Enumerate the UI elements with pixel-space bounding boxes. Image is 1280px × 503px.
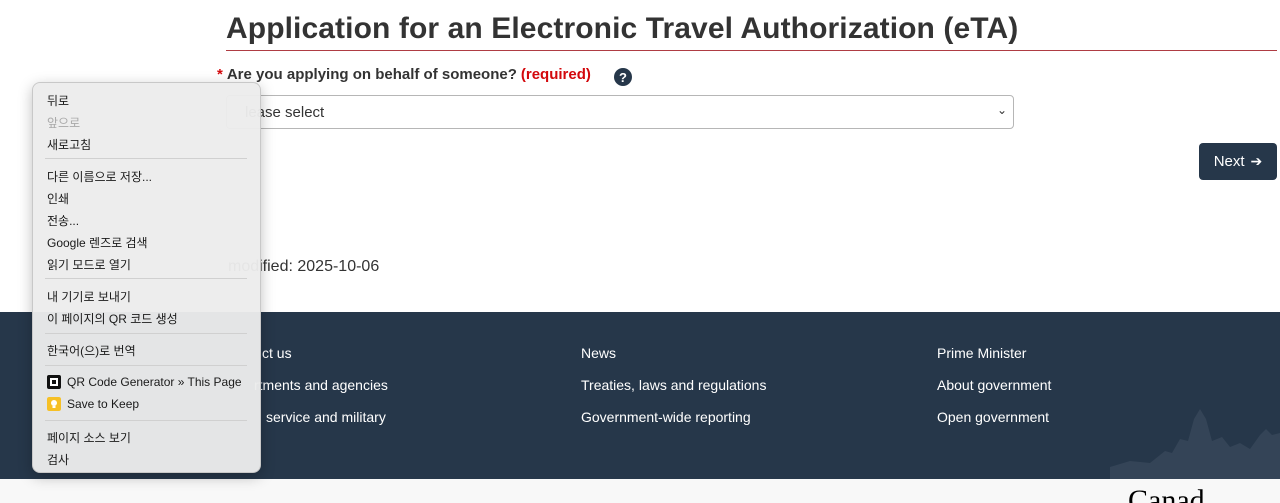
page-title: Application for an Electronic Travel Aut… — [226, 12, 1019, 45]
qr-code-extension-icon — [47, 375, 61, 389]
menu-separator — [45, 365, 247, 366]
parliament-skyline-icon — [1110, 409, 1280, 479]
menu-item-qr-generator-extension[interactable]: QR Code Generator » This Page — [67, 375, 242, 389]
menu-item-cast[interactable]: 전송... — [47, 212, 79, 229]
footer-link-about-government[interactable]: About government — [937, 377, 1051, 393]
menu-item-print[interactable]: 인쇄 — [47, 190, 69, 207]
help-icon[interactable]: ? — [614, 68, 632, 86]
footer-link-departments-agencies[interactable]: rtments and agencies — [254, 377, 388, 393]
footer-link-contact-us[interactable]: ct us — [262, 345, 292, 361]
question-text: Are you applying on behalf of someone? — [226, 66, 517, 83]
footer-link-public-service-military[interactable]: service and military — [266, 409, 386, 425]
title-underline — [226, 50, 1277, 51]
menu-item-send-to-devices[interactable]: 내 기기로 보내기 — [47, 288, 131, 305]
footer-link-news[interactable]: News — [581, 345, 616, 361]
arrow-right-icon: ➔ — [1250, 153, 1263, 169]
applying-on-behalf-select[interactable]: lease select ⌄ — [226, 95, 1014, 129]
menu-separator — [45, 420, 247, 421]
canada-wordmark: Canad — [1128, 484, 1205, 503]
menu-item-forward: 앞으로 — [47, 116, 81, 130]
menu-item-translate[interactable]: 한국어(으)로 번역 — [47, 342, 136, 359]
question-label: * Are you applying on behalf of someone?(… — [217, 66, 591, 83]
menu-item-inspect[interactable]: 검사 — [47, 451, 69, 468]
next-button-label: Next — [1213, 153, 1245, 170]
footer-link-open-government[interactable]: Open government — [937, 409, 1049, 425]
next-button[interactable]: Next ➔ — [1199, 143, 1277, 180]
required-text: (required) — [520, 66, 591, 83]
menu-separator — [45, 158, 247, 159]
menu-separator — [45, 278, 247, 279]
menu-item-google-lens[interactable]: Google 렌즈로 검색 — [47, 234, 148, 251]
chevron-down-icon: ⌄ — [996, 103, 1007, 117]
menu-item-view-source[interactable]: 페이지 소스 보기 — [47, 429, 131, 446]
required-asterisk: * — [217, 66, 223, 83]
page: Application for an Electronic Travel Aut… — [0, 0, 1280, 503]
menu-item-save-as[interactable]: 다른 이름으로 저장... — [47, 168, 152, 185]
browser-context-menu: 뒤로 앞으로 새로고침 다른 이름으로 저장... 인쇄 전송... Googl… — [32, 82, 261, 473]
menu-separator — [45, 333, 247, 334]
menu-item-reload[interactable]: 새로고침 — [47, 136, 91, 153]
footer-link-gov-wide-reporting[interactable]: Government-wide reporting — [581, 409, 751, 425]
footer-link-prime-minister[interactable]: Prime Minister — [937, 345, 1026, 361]
menu-item-reading-mode[interactable]: 읽기 모드로 열기 — [47, 256, 131, 273]
menu-item-back[interactable]: 뒤로 — [47, 92, 69, 109]
menu-item-qr-code[interactable]: 이 페이지의 QR 코드 생성 — [47, 310, 178, 327]
keep-bulb-icon — [47, 397, 61, 411]
sub-footer — [0, 479, 1280, 503]
footer-link-treaties-laws[interactable]: Treaties, laws and regulations — [581, 377, 766, 393]
menu-item-save-to-keep[interactable]: Save to Keep — [67, 397, 139, 411]
